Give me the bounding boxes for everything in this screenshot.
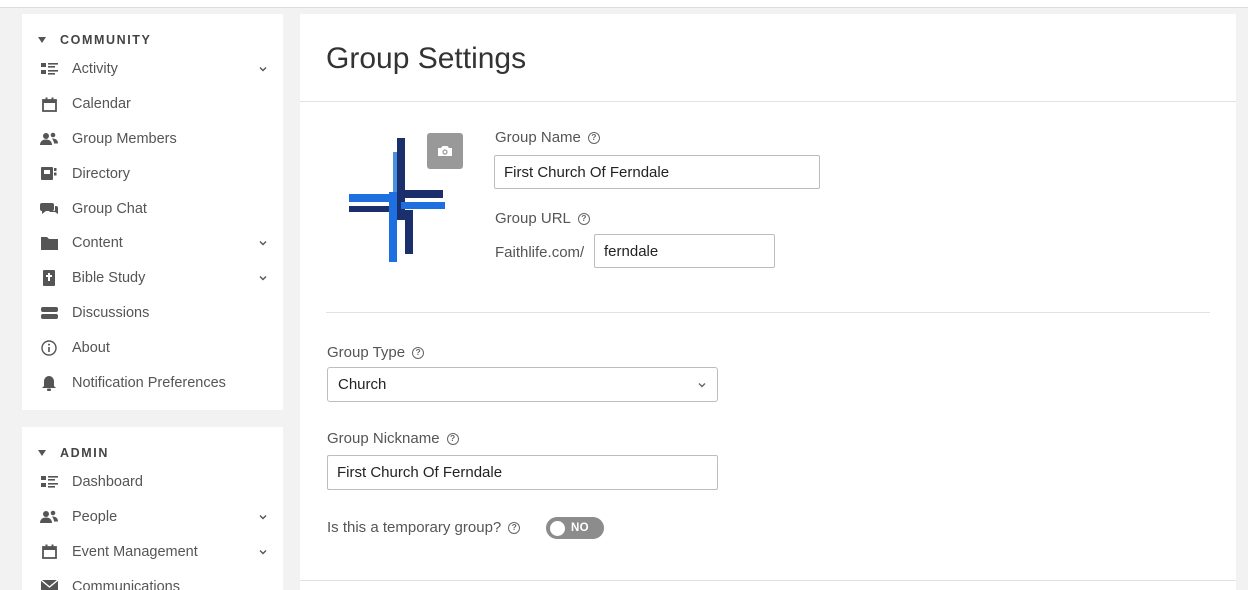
page-title: Group Settings (326, 42, 527, 75)
calendar-icon (40, 543, 58, 561)
sidebar-item-label: Communications (72, 578, 180, 590)
dashboard-icon (40, 473, 58, 491)
admin-nav-list: Dashboard People Event Management Communica… (22, 465, 283, 590)
chevron-down-icon (259, 241, 267, 246)
folder-icon (40, 234, 58, 252)
sidebar-item-about[interactable]: About (22, 330, 283, 365)
sidebar-item-label: Notification Preferences (72, 374, 226, 391)
bell-icon (40, 374, 58, 392)
group-url-label-text: Group URL (495, 210, 571, 227)
sidebar-item-label: Group Members (72, 130, 177, 147)
temporary-group-label: Is this a temporary group? ? (327, 519, 521, 536)
chevron-down-icon (259, 549, 267, 555)
title-divider (300, 101, 1236, 102)
admin-section-toggle[interactable]: ADMIN (22, 441, 283, 465)
group-name-input[interactable]: First Church Of Ferndale (494, 155, 820, 189)
temporary-group-toggle[interactable]: NO (546, 517, 604, 539)
help-icon[interactable]: ? (508, 521, 521, 534)
group-nickname-label-text: Group Nickname (327, 430, 440, 447)
sidebar-item-event-management[interactable]: Event Management (22, 535, 283, 570)
mail-icon (40, 578, 58, 590)
bible-icon (40, 269, 58, 287)
help-icon[interactable]: ? (446, 432, 459, 445)
chevron-down-icon (698, 382, 706, 387)
info-icon (40, 339, 58, 357)
group-name-label-text: Group Name (495, 129, 581, 146)
help-icon[interactable]: ? (412, 346, 425, 359)
sidebar-item-label: Discussions (72, 304, 150, 321)
community-nav-list: Activity Calendar Group Members Directory Gr… (22, 52, 283, 400)
temporary-group-label-text: Is this a temporary group? (327, 519, 502, 536)
group-url-label: Group URL ? (495, 210, 590, 227)
directory-icon (40, 165, 58, 183)
admin-heading: ADMIN (60, 446, 109, 460)
group-type-select[interactable]: Church (327, 367, 718, 402)
sidebar-item-label: Activity (72, 61, 118, 78)
group-type-label: Group Type ? (327, 344, 425, 361)
community-section-toggle[interactable]: COMMUNITY (22, 28, 283, 52)
sidebar-item-label: Content (72, 235, 123, 252)
sidebar-item-dashboard[interactable]: Dashboard (22, 465, 283, 500)
chevron-down-icon[interactable] (257, 511, 269, 523)
chat-icon (40, 200, 58, 218)
main-content: Group Settings Group Name ? First Church… (300, 14, 1236, 590)
sidebar-item-notification-preferences[interactable]: Notification Preferences (22, 365, 283, 400)
sidebar-item-communications[interactable]: Communications (22, 569, 283, 590)
camera-icon (438, 146, 452, 156)
collapse-triangle-icon (38, 37, 46, 43)
bottom-divider (300, 580, 1236, 581)
toggle-state-label: NO (571, 522, 589, 534)
chevron-down-icon (259, 276, 267, 281)
sidebar-item-label: Directory (72, 165, 131, 182)
people-icon (40, 508, 58, 526)
toggle-knob (550, 520, 565, 536)
help-icon[interactable]: ? (577, 212, 590, 225)
calendar-icon (40, 95, 58, 113)
sidebar-item-bible-study[interactable]: Bible Study (22, 261, 283, 296)
community-panel: COMMUNITY Activity Calendar Group Members D… (22, 14, 283, 410)
chevron-down-icon[interactable] (257, 546, 269, 558)
sidebar-item-label: Group Chat (72, 200, 147, 217)
sidebar-item-label: Event Management (72, 543, 198, 560)
chevron-down-icon[interactable] (257, 272, 269, 284)
admin-panel: ADMIN Dashboard People Event Management Com… (22, 427, 283, 590)
group-type-selected: Church (338, 376, 387, 393)
change-photo-button[interactable] (427, 133, 463, 169)
group-nickname-input[interactable]: First Church Of Ferndale (327, 455, 718, 490)
top-edge-bar (0, 0, 1248, 8)
sidebar-item-group-members[interactable]: Group Members (22, 122, 283, 157)
help-icon[interactable]: ? (587, 131, 600, 144)
sidebar-item-content[interactable]: Content (22, 226, 283, 261)
activity-list-icon (40, 60, 58, 78)
group-nickname-label: Group Nickname ? (327, 430, 459, 447)
url-prefix: Faithlife.com/ (495, 244, 585, 261)
sidebar-item-label: Calendar (72, 96, 131, 113)
community-heading: COMMUNITY (60, 33, 152, 47)
sidebar-item-activity[interactable]: Activity (22, 52, 283, 87)
chevron-down-icon[interactable] (257, 63, 269, 75)
chevron-down-icon (259, 515, 267, 520)
sidebar-item-discussions[interactable]: Discussions (22, 296, 283, 331)
chevron-down-icon[interactable] (257, 237, 269, 249)
group-url-input[interactable]: ferndale (594, 234, 775, 268)
group-type-label-text: Group Type (327, 344, 406, 361)
people-icon (40, 130, 58, 148)
chevron-down-icon (259, 67, 267, 72)
sidebar-item-label: Dashboard (72, 474, 143, 491)
sidebar-item-group-chat[interactable]: Group Chat (22, 191, 283, 226)
sidebar-item-calendar[interactable]: Calendar (22, 87, 283, 122)
sidebar-item-label: Bible Study (72, 270, 146, 287)
sidebar-item-people[interactable]: People (22, 500, 283, 535)
group-name-label: Group Name ? (495, 129, 600, 146)
sidebar-item-label: People (72, 509, 118, 526)
section-divider (326, 312, 1210, 313)
collapse-triangle-icon (38, 450, 46, 456)
sidebar-item-label: About (72, 339, 110, 356)
discussions-icon (40, 304, 58, 322)
sidebar-item-directory[interactable]: Directory (22, 156, 283, 191)
